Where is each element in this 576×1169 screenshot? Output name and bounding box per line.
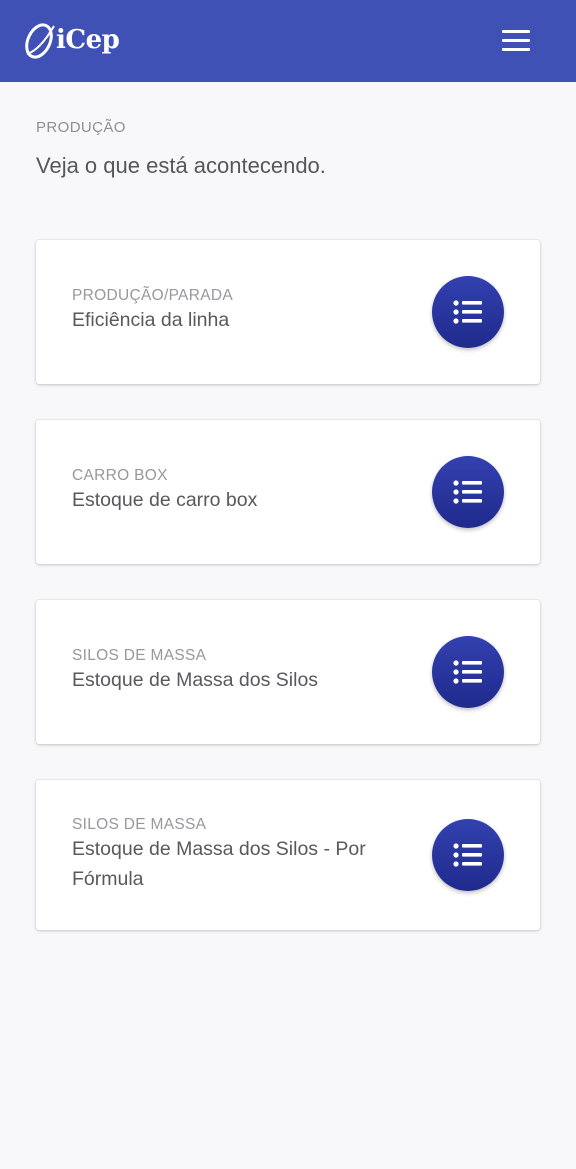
list-icon: [453, 660, 482, 684]
card-category: SILOS DE MASSA: [72, 647, 207, 664]
section-subtitle: Veja o que está acontecendo.: [36, 153, 326, 178]
card-silos-massa[interactable]: SILOS DE MASSA Estoque de Massa dos Silo…: [36, 600, 540, 744]
card-silos-massa-formula[interactable]: SILOS DE MASSA Estoque de Massa dos Silo…: [36, 780, 540, 930]
open-list-button[interactable]: [432, 276, 504, 348]
menu-button[interactable]: [496, 24, 536, 58]
hamburger-menu-icon: [502, 30, 530, 33]
list-icon: [453, 480, 482, 504]
card-production-downtime[interactable]: PRODUÇÃO/PARADA Eficiência da linha: [36, 240, 540, 384]
card-category: PRODUÇÃO/PARADA: [72, 287, 233, 304]
open-list-button[interactable]: [432, 819, 504, 891]
logo[interactable]: iCep: [24, 20, 124, 62]
list-icon: [453, 300, 482, 324]
card-carro-box[interactable]: CARRO BOX Estoque de carro box: [36, 420, 540, 564]
card-category: CARRO BOX: [72, 467, 168, 484]
open-list-button[interactable]: [432, 456, 504, 528]
card-title: Estoque de carro box: [72, 489, 258, 511]
list-icon: [453, 843, 482, 867]
card-title: Estoque de Massa dos Silos: [72, 669, 319, 691]
section-label: PRODUÇÃO: [36, 119, 126, 136]
open-list-button[interactable]: [432, 636, 504, 708]
card-title: Eficiência da linha: [72, 309, 230, 331]
card-category: SILOS DE MASSA: [72, 816, 207, 833]
logo-mark-icon: [25, 23, 55, 59]
logo-text: iCep: [56, 25, 120, 55]
card-title: Estoque de Massa dos Silos - Por Fórmula: [72, 838, 366, 890]
app-bar: iCep: [0, 0, 576, 82]
